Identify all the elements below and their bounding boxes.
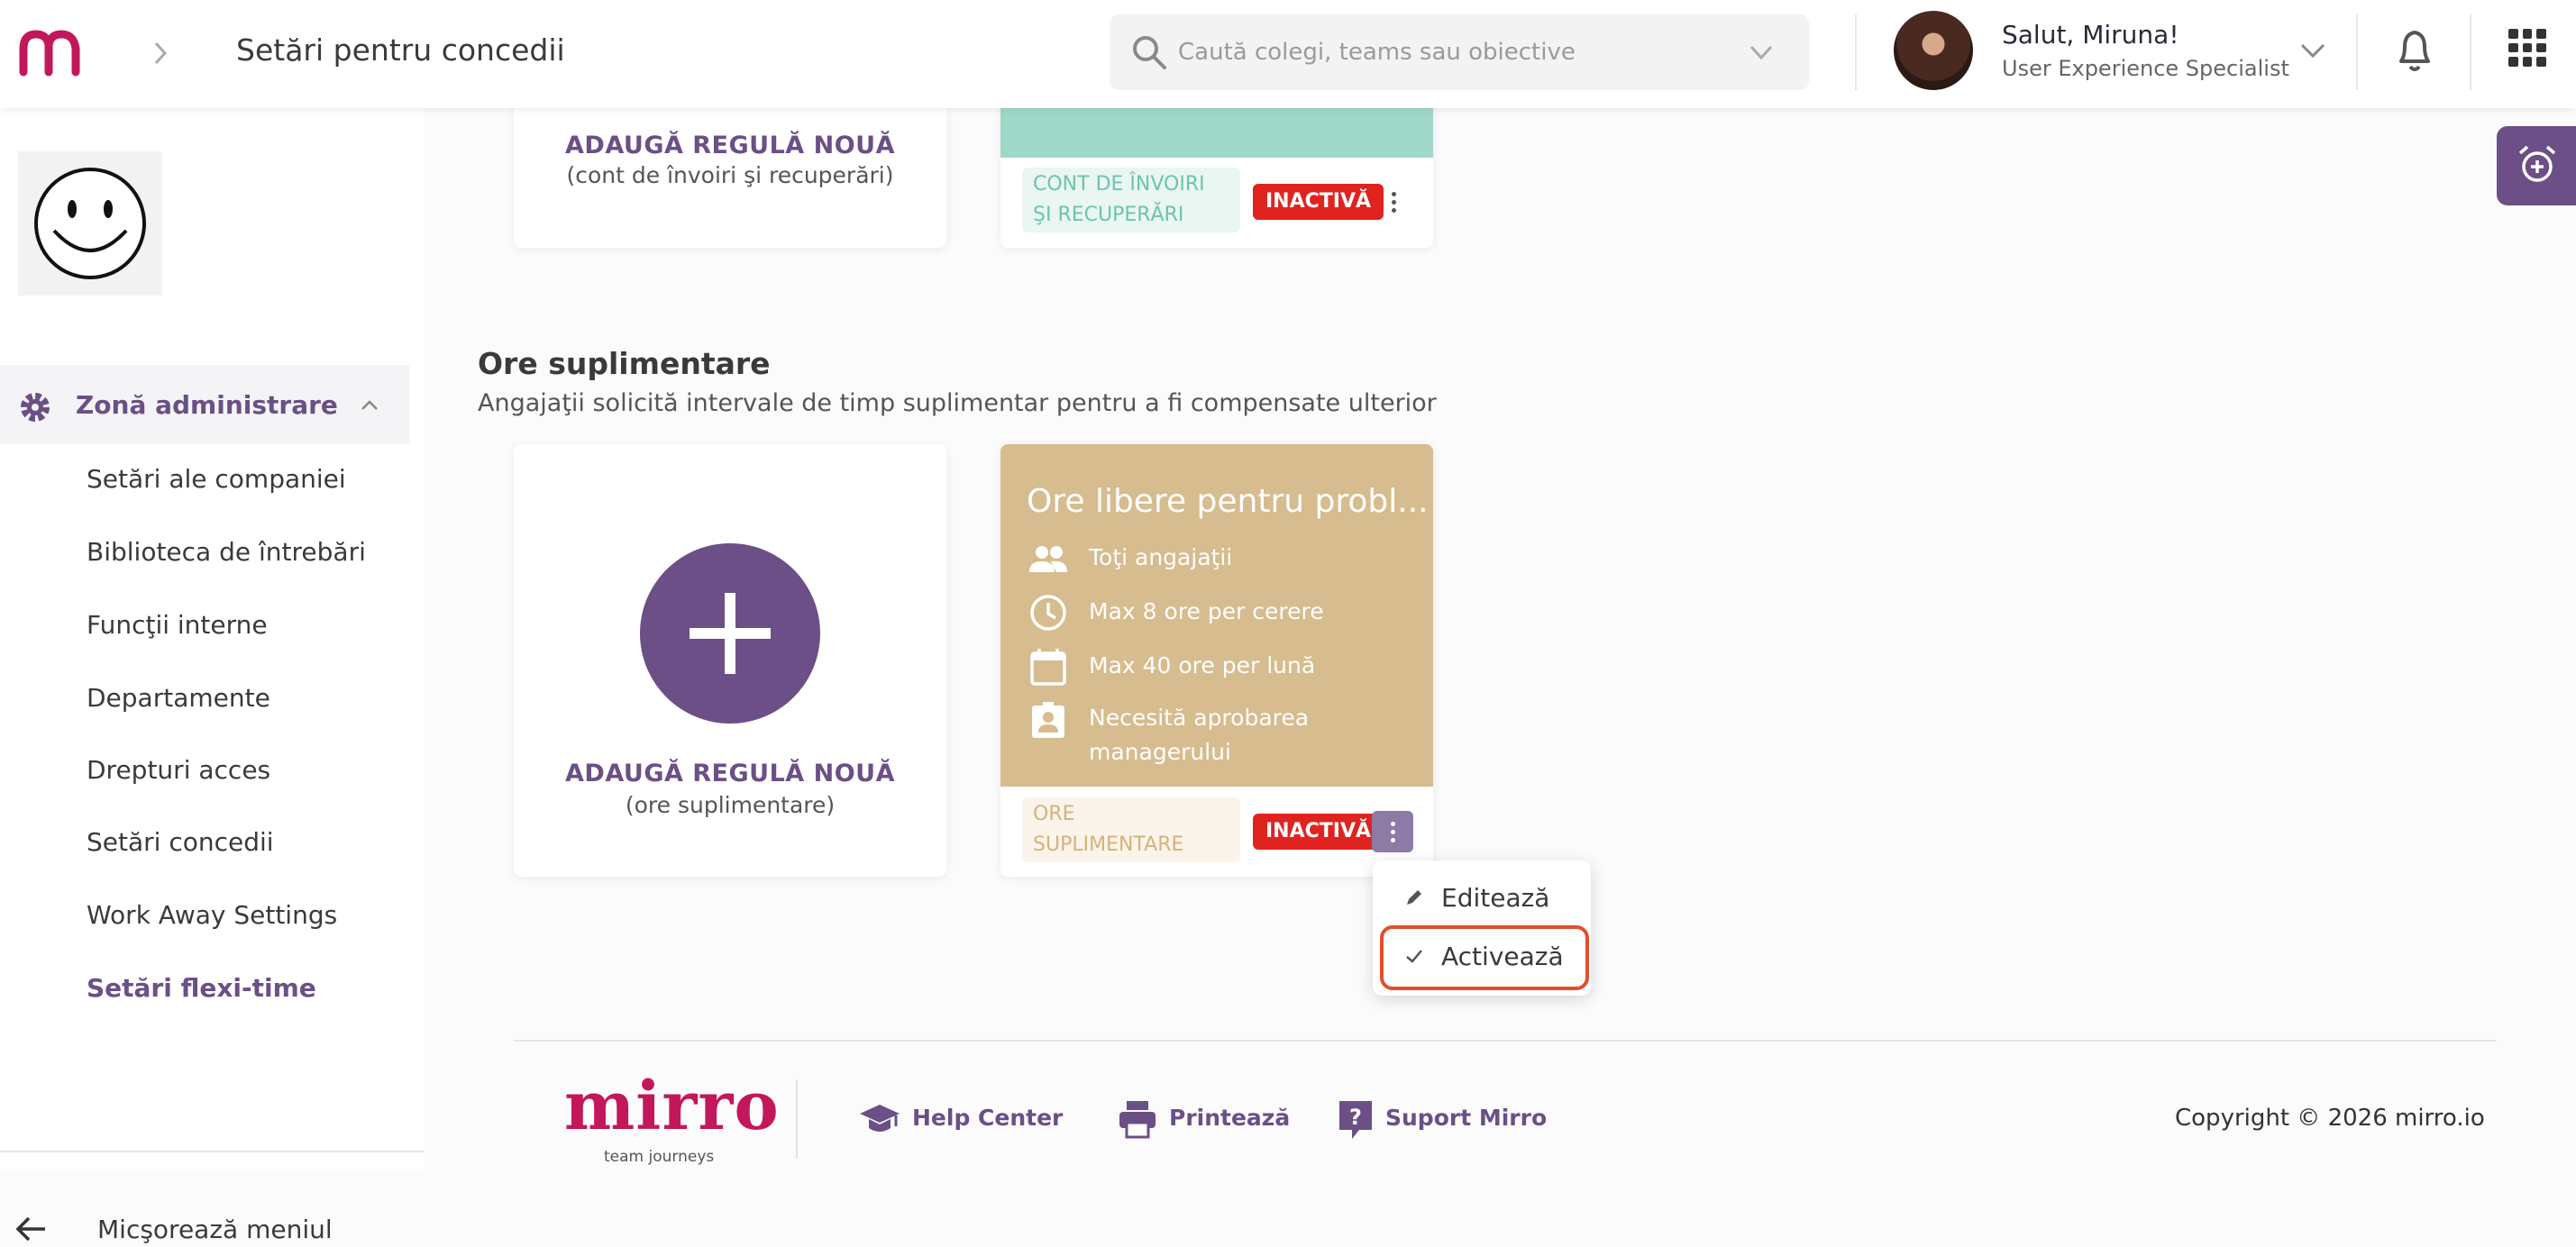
svg-text:?: ?: [1349, 1105, 1362, 1130]
alarm-add-icon: [2518, 145, 2556, 182]
activate-highlight: [1380, 925, 1589, 990]
company-logo: [18, 151, 162, 296]
divider: [2356, 14, 2358, 90]
badge-icon: [1032, 702, 1064, 738]
sidebar-item-question-library[interactable]: Biblioteca de întrebări: [87, 537, 366, 567]
smiley-icon: [34, 168, 146, 279]
add-rule-subtitle: (ore suplimentare): [625, 792, 836, 818]
clock-icon: [1030, 595, 1066, 631]
top-bar: Setări pentru concedii Caută colegi, tea…: [0, 0, 2576, 108]
rule-card-recovery[interactable]: CONT DE ÎNVOIRI ŞI RECUPERĂRI INACTIVĂ: [1000, 90, 1433, 248]
user-greeting[interactable]: Salut, Miruna!: [2002, 20, 2179, 50]
edit-label: Editează: [1441, 883, 1550, 913]
copyright: Copyright © 2026 mirro.io: [2175, 1105, 2485, 1132]
admin-zone-label: Zonă administrare: [76, 390, 338, 420]
avatar[interactable]: [1894, 11, 1973, 90]
category-tag: CONT DE ÎNVOIRI ŞI RECUPERĂRI: [1022, 168, 1240, 232]
apps-grid-icon[interactable]: [2508, 29, 2546, 67]
divider: [796, 1079, 798, 1159]
add-rule-title: ADAUGĂ REGULĂ NOUĂ: [565, 132, 895, 159]
category-tag: ORE SUPLIMENTARE: [1022, 797, 1240, 862]
mirro-logo-icon[interactable]: [16, 27, 87, 77]
add-alarm-tab[interactable]: [2497, 126, 2576, 205]
divider: [2470, 14, 2471, 90]
admin-zone-toggle[interactable]: Zonă administrare: [0, 365, 409, 444]
add-rule-card-recovery[interactable]: ADAUGĂ REGULĂ NOUĂ (cont de învoiri şi r…: [514, 90, 946, 248]
divider: [0, 1151, 424, 1152]
rule-line-approval: Necesită aprobarea managerului: [1089, 705, 1310, 765]
status-badge: INACTIVĂ: [1253, 814, 1384, 850]
chevron-down-icon[interactable]: [2297, 36, 2329, 65]
sidebar-item-internal-functions[interactable]: Funcţii interne: [87, 610, 268, 640]
search-input[interactable]: Caută colegi, teams sau obiective: [1178, 39, 1576, 66]
help-center-link[interactable]: Help Center: [912, 1105, 1063, 1131]
print-link[interactable]: Printează: [1169, 1105, 1290, 1131]
user-role: User Experience Specialist: [2002, 56, 2289, 81]
sidebar: Zonă administrare Setări ale companiei B…: [0, 108, 424, 1244]
printer-icon: [1119, 1101, 1156, 1139]
support-link[interactable]: Suport Mirro: [1385, 1105, 1547, 1131]
divider: [514, 1040, 2497, 1042]
brand-tagline: team journeys: [604, 1148, 715, 1166]
search-box[interactable]: Caută colegi, teams sau obiective: [1110, 14, 1809, 90]
people-icon: [1029, 546, 1067, 572]
edit-menu-item[interactable]: Editează: [1373, 870, 1591, 924]
collapse-menu-button[interactable]: Micşorează meniul: [97, 1215, 333, 1244]
rule-line-employees: Toţi angajaţii: [1089, 544, 1233, 570]
chevron-up-icon: [361, 400, 378, 410]
bell-icon[interactable]: [2392, 25, 2437, 76]
graduation-cap-icon: [860, 1105, 900, 1132]
sidebar-item-departments[interactable]: Departamente: [87, 683, 270, 713]
section-title: Ore suplimentare: [478, 346, 771, 381]
sidebar-item-leave-settings[interactable]: Setări concedii: [87, 827, 274, 857]
divider: [1855, 14, 1857, 90]
more-options-icon[interactable]: [1373, 181, 1414, 223]
page-title: Setări pentru concedii: [236, 32, 565, 68]
sidebar-item-flexi-time-settings[interactable]: Setări flexi-time: [87, 973, 316, 1003]
help-question-icon: ?: [1339, 1101, 1372, 1139]
add-rule-subtitle: (cont de învoiri şi recuperări): [566, 162, 894, 188]
sidebar-item-access-rights[interactable]: Drepturi acces: [87, 755, 270, 785]
brand-name: mirro: [564, 1068, 780, 1145]
add-rule-plus-icon[interactable]: [640, 543, 820, 724]
section-description: Angajaţii solicită intervale de timp sup…: [478, 389, 1437, 417]
status-badge: INACTIVĂ: [1253, 184, 1384, 220]
pencil-icon: [1407, 890, 1421, 905]
gear-icon: [21, 393, 50, 422]
chevron-down-icon[interactable]: [1746, 40, 1777, 65]
sidebar-item-company-settings[interactable]: Setări ale companiei: [87, 464, 346, 494]
more-options-icon[interactable]: [1372, 811, 1413, 852]
add-rule-title: ADAUGĂ REGULĂ NOUĂ: [565, 760, 895, 787]
rule-line-max-per-month: Max 40 ore per lună: [1089, 652, 1316, 678]
arrow-left-icon[interactable]: [13, 1211, 49, 1247]
breadcrumb-chevron-icon: [154, 41, 168, 65]
mirro-footer-logo: mirro team journeys: [564, 1070, 779, 1171]
rule-line-max-per-request: Max 8 ore per cerere: [1089, 598, 1324, 624]
calendar-icon: [1030, 649, 1066, 686]
search-icon: [1133, 36, 1166, 69]
rule-title[interactable]: Ore libere pentru probl...: [1027, 483, 1429, 520]
sidebar-item-work-away-settings[interactable]: Work Away Settings: [87, 900, 337, 930]
